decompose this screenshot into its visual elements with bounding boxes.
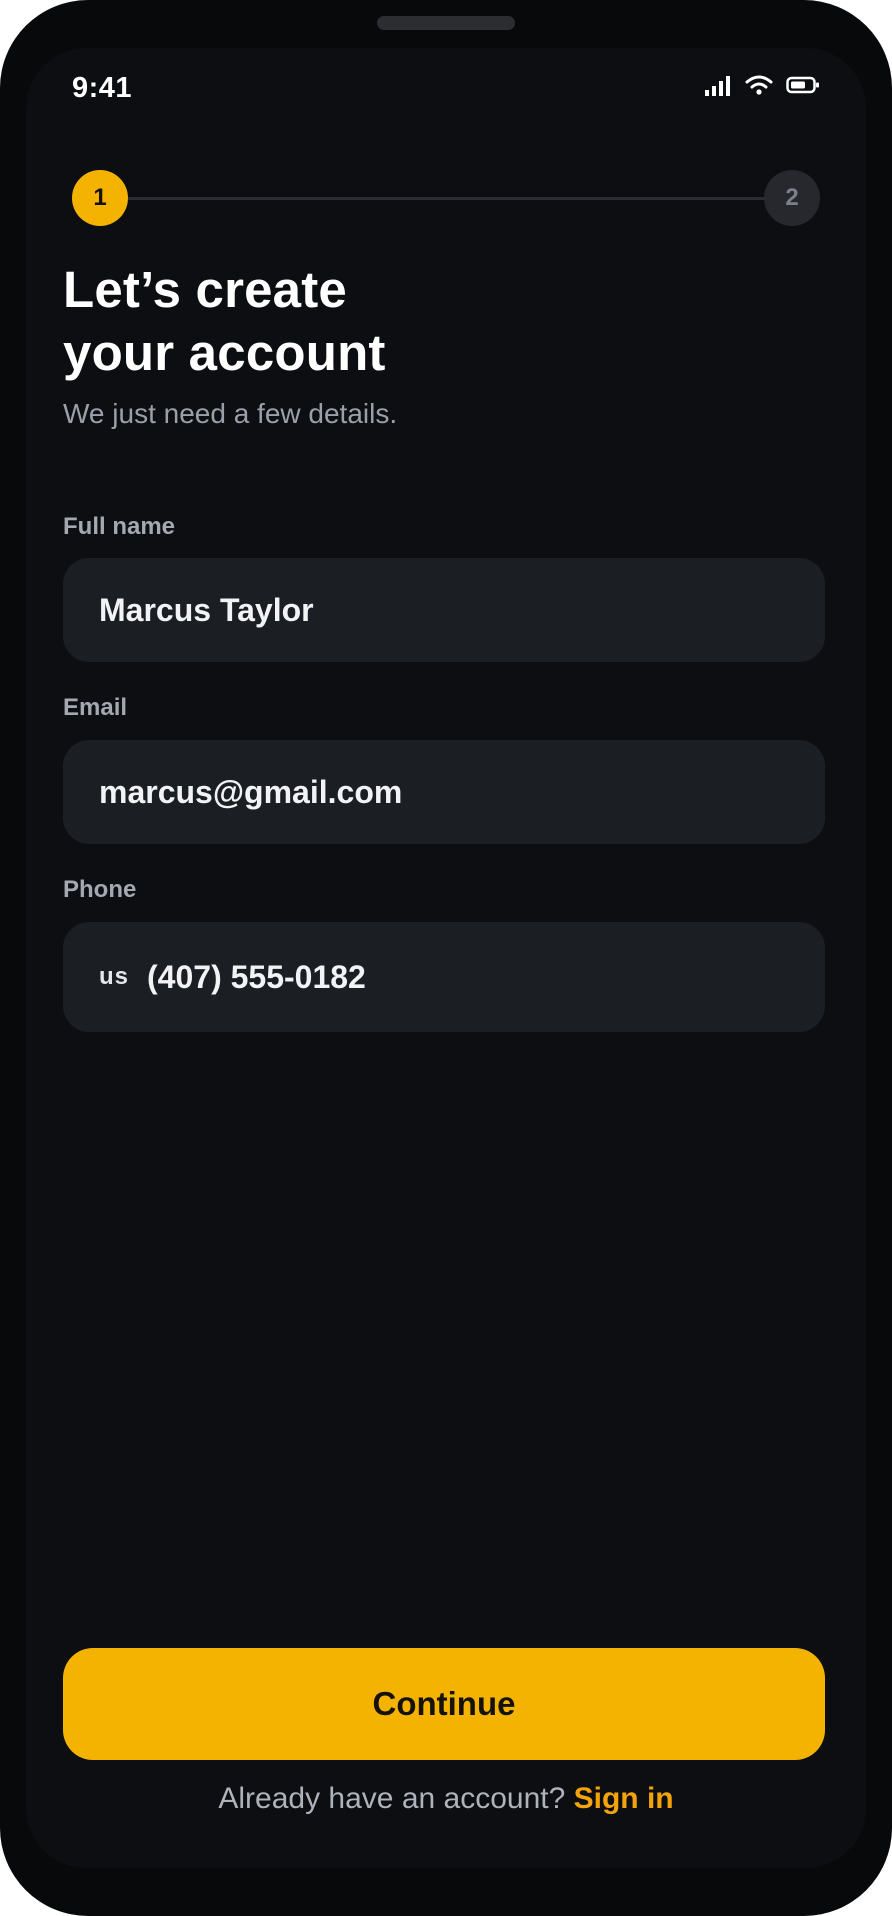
progress-stepper: 1 2 [72, 170, 820, 226]
full-name-field[interactable]: Marcus Taylor [63, 558, 825, 662]
step-1-indicator: 1 [72, 170, 128, 226]
signin-prompt-text: Already have an account? [218, 1782, 566, 1815]
stepper-track [100, 197, 792, 200]
continue-button[interactable]: Continue [63, 1648, 825, 1760]
speaker-notch [377, 16, 515, 30]
page-title: Let’s create your account [63, 258, 386, 384]
wifi-icon [745, 75, 773, 95]
email-field[interactable]: marcus@gmail.com [63, 740, 825, 844]
page-subtitle: We just need a few details. [63, 398, 398, 429]
phone-field[interactable]: us (407) 555-0182 [63, 922, 825, 1032]
cellular-signal-icon [705, 76, 730, 96]
email-value: marcus@gmail.com [99, 773, 403, 810]
phone-label: Phone [63, 876, 137, 903]
page-title-line-1: Let’s create [63, 261, 347, 318]
status-time: 9:41 [72, 72, 133, 104]
page-title-line-2: your account [63, 324, 386, 381]
app-screen: 9:41 1 2 Let’s create your account We ju… [26, 48, 866, 1868]
phone-country-code[interactable]: us [99, 963, 129, 991]
step-2-indicator: 2 [764, 170, 820, 226]
email-label: Email [63, 694, 128, 721]
phone-frame: 9:41 1 2 Let’s create your account We ju… [0, 0, 892, 1916]
signin-prompt: Already have an account? Sign in [26, 1782, 866, 1816]
battery-icon [786, 76, 819, 94]
full-name-value: Marcus Taylor [99, 591, 314, 628]
signin-link[interactable]: Sign in [574, 1782, 674, 1815]
status-icons [704, 74, 820, 96]
phone-value: (407) 555-0182 [147, 958, 366, 995]
full-name-label: Full name [63, 513, 176, 540]
